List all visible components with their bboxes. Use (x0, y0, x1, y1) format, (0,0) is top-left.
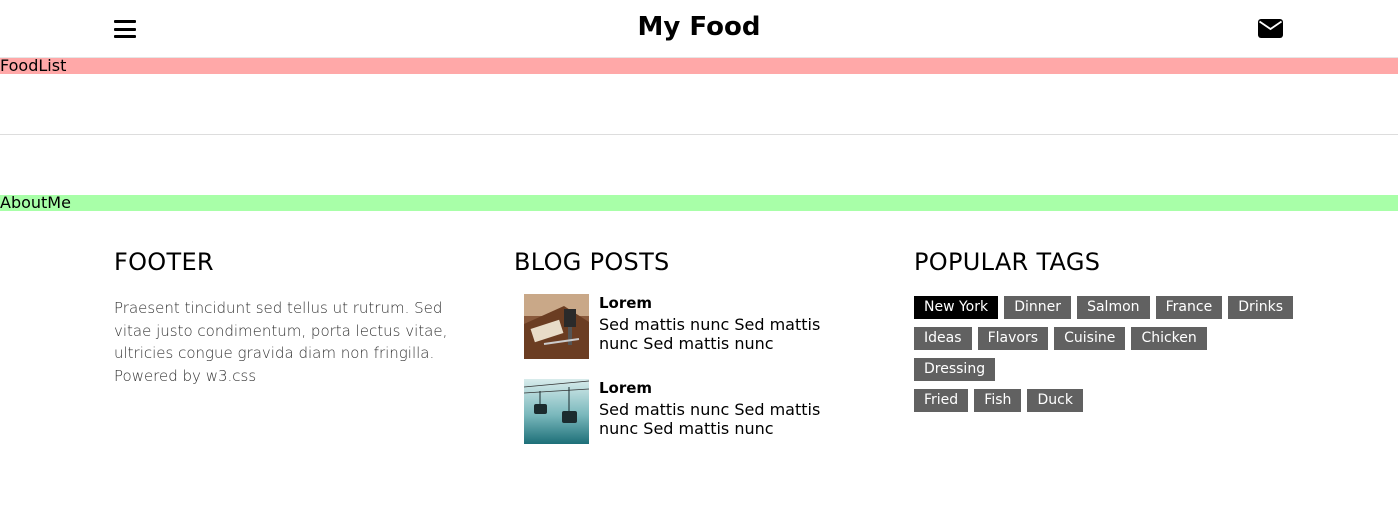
foodlist-section-label: FoodList (0, 58, 1398, 74)
tag-flavors[interactable]: Flavors (977, 327, 1049, 350)
tag-ideas[interactable]: Ideas (914, 327, 972, 350)
blog-post-title: Lorem (599, 379, 653, 397)
tag-fried[interactable]: Fried (914, 389, 969, 412)
tag-new-york[interactable]: New York (914, 296, 999, 319)
envelope-icon[interactable] (1258, 19, 1283, 42)
section-divider (0, 134, 1398, 135)
tag-dressing[interactable]: Dressing (914, 358, 996, 381)
blog-post-image (524, 379, 589, 444)
tag-list: New York Dinner Salmon France Drinks Ide… (914, 296, 1294, 420)
tag-cuisine[interactable]: Cuisine (1054, 327, 1126, 350)
tag-fish[interactable]: Fish (974, 389, 1022, 412)
tag-drinks[interactable]: Drinks (1228, 296, 1293, 319)
tag-chicken[interactable]: Chicken (1131, 327, 1207, 350)
page-title: My Food (637, 12, 761, 42)
tag-dinner[interactable]: Dinner (1004, 296, 1071, 319)
tag-france[interactable]: France (1155, 296, 1223, 319)
top-bar: My Food (0, 0, 1398, 58)
footer-heading: FOOTER (114, 248, 214, 276)
popular-tags-column: POPULAR TAGS New York Dinner Salmon Fran… (914, 248, 1294, 420)
blog-post-text: Sed mattis nunc Sed mattis nunc Sed matt… (599, 315, 821, 353)
footer-column: FOOTER Praesent tincidunt sed tellus ut … (114, 248, 484, 387)
tag-salmon[interactable]: Salmon (1077, 296, 1150, 319)
foodlist-content (0, 74, 1398, 134)
footer-text: Praesent tincidunt sed tellus ut rutrum.… (114, 299, 448, 385)
blog-posts-heading: BLOG POSTS (514, 248, 670, 276)
blog-posts-column: BLOG POSTS Lorem Sed mattis nunc Sed mat… (514, 248, 884, 444)
aboutme-section-label: AboutMe (0, 195, 1398, 211)
tag-duck[interactable]: Duck (1027, 389, 1083, 412)
footer: FOOTER Praesent tincidunt sed tellus ut … (0, 211, 1398, 516)
blog-post-title: Lorem (599, 294, 653, 312)
blog-post-image (524, 294, 589, 359)
popular-tags-heading: POPULAR TAGS (914, 248, 1101, 276)
blog-post-text: Sed mattis nunc Sed mattis nunc Sed matt… (599, 400, 821, 438)
